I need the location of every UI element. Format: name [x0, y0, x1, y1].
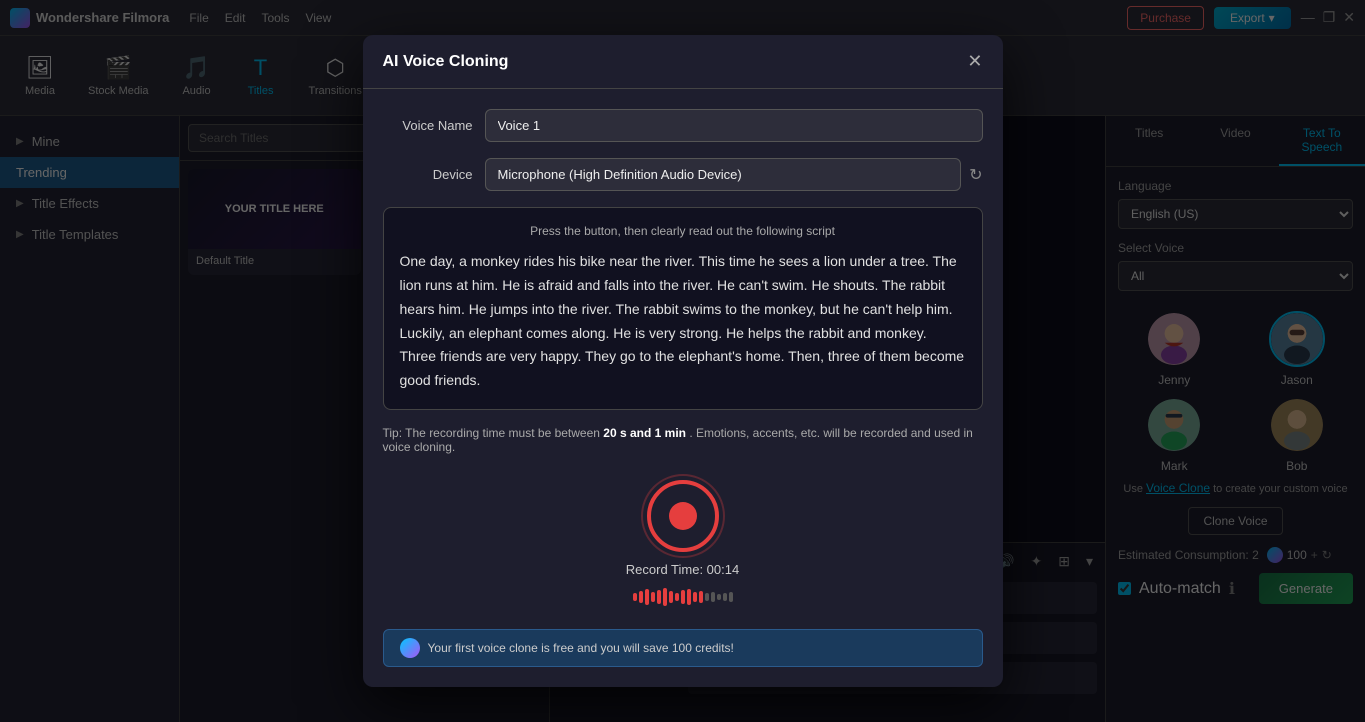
- record-area: Record Time: 00:14: [383, 470, 983, 617]
- promo-ai-icon: [400, 638, 420, 658]
- waveform-bar: [681, 590, 685, 604]
- modal-title: AI Voice Cloning: [383, 53, 509, 71]
- refresh-device-button[interactable]: ↻: [969, 165, 982, 185]
- tip-text: Tip: The recording time must be between …: [383, 426, 983, 454]
- modal-body: Voice Name Device Microphone (High Defin…: [363, 89, 1003, 687]
- waveform-bar: [693, 592, 697, 602]
- waveform-bar: [699, 591, 703, 603]
- script-box: Press the button, then clearly read out …: [383, 207, 983, 410]
- device-row: Device Microphone (High Definition Audio…: [383, 158, 983, 191]
- voice-name-input[interactable]: [485, 109, 983, 142]
- tip-bold: 20 s and 1 min: [603, 426, 686, 440]
- waveform-bar: [669, 591, 673, 603]
- waveform-bar: [639, 591, 643, 603]
- waveform: [633, 587, 733, 607]
- voice-name-label: Voice Name: [383, 118, 473, 133]
- modal-overlay: AI Voice Cloning ✕ Voice Name Device Mic…: [0, 0, 1365, 722]
- waveform-bar: [711, 592, 715, 602]
- device-label: Device: [383, 167, 473, 182]
- record-button[interactable]: [647, 480, 719, 552]
- record-time-display: Record Time: 00:14: [626, 562, 739, 577]
- waveform-bar: [651, 592, 655, 602]
- promo-text: Your first voice clone is free and you w…: [428, 641, 734, 655]
- waveform-bar: [687, 589, 691, 605]
- waveform-bar: [633, 593, 637, 601]
- voice-name-row: Voice Name: [383, 109, 983, 142]
- waveform-bar: [645, 589, 649, 605]
- waveform-bar: [723, 593, 727, 601]
- script-text: One day, a monkey rides his bike near th…: [400, 250, 966, 393]
- record-btn-inner: [669, 502, 697, 530]
- ai-voice-cloning-modal: AI Voice Cloning ✕ Voice Name Device Mic…: [363, 35, 1003, 687]
- waveform-bar: [717, 594, 721, 600]
- script-instruction: Press the button, then clearly read out …: [400, 224, 966, 238]
- waveform-bar: [663, 588, 667, 606]
- waveform-bar: [705, 593, 709, 601]
- device-select[interactable]: Microphone (High Definition Audio Device…: [485, 158, 962, 191]
- waveform-bar: [729, 592, 733, 602]
- modal-close-button[interactable]: ✕: [967, 51, 982, 72]
- waveform-bar: [657, 590, 661, 604]
- promo-bar: Your first voice clone is free and you w…: [383, 629, 983, 667]
- tip-prefix: Tip: The recording time must be between: [383, 426, 604, 440]
- modal-header: AI Voice Cloning ✕: [363, 35, 1003, 89]
- waveform-bar: [675, 593, 679, 601]
